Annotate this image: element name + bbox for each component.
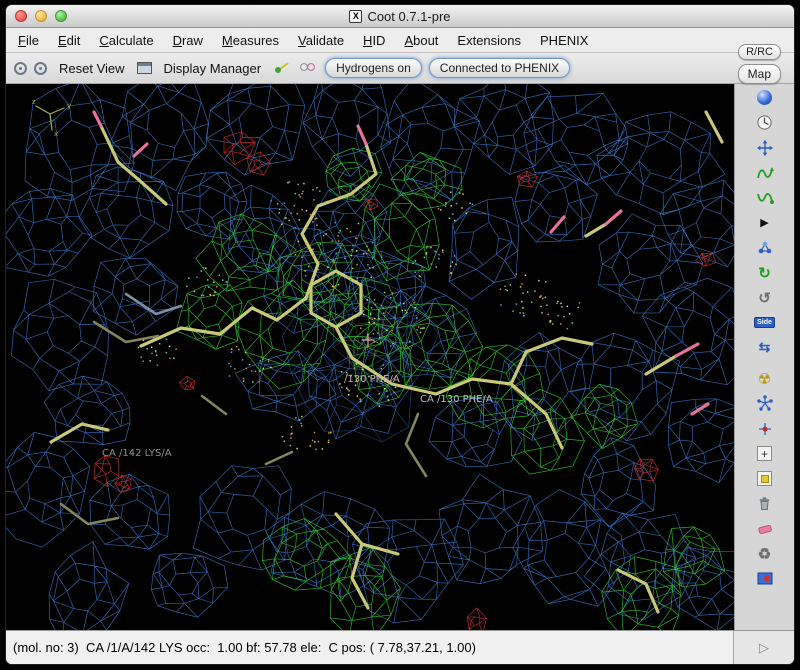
menu-hid[interactable]: HID	[363, 33, 385, 48]
display-manager-icon	[137, 62, 152, 74]
goto-ligand-icon[interactable]	[298, 60, 318, 77]
menu-edit[interactable]: Edit	[58, 33, 80, 48]
drag-atom-icon[interactable]	[752, 416, 778, 441]
gl-canvas[interactable]: z y x/130 PHE/A CA /130 PHE/A CA /142 LYS/A	[6, 84, 734, 630]
display-manager-button[interactable]: Display Manager	[159, 59, 267, 78]
hydrogens-toggle-button[interactable]: Hydrogens on	[325, 58, 422, 78]
regularize-zone-icon[interactable]	[752, 185, 778, 210]
add-alt-conf-icon[interactable]	[752, 466, 778, 491]
translate-zone-icon[interactable]	[752, 135, 778, 160]
circle-target-icon-1[interactable]	[14, 62, 27, 75]
menu-file[interactable]: File	[18, 33, 39, 48]
x11-icon: X	[349, 10, 362, 23]
menu-validate[interactable]: Validate	[298, 33, 344, 48]
recycle-icon[interactable]: ♻	[752, 541, 778, 566]
mutate-icon[interactable]	[752, 391, 778, 416]
add-terminal-residue-icon[interactable]: +	[752, 441, 778, 466]
menu-extensions[interactable]: Extensions	[457, 33, 521, 48]
toolbar: Reset View Display Manager Hydrogens on …	[6, 53, 794, 84]
atom-molecule-icon[interactable]	[752, 235, 778, 260]
radiation-icon[interactable]: ☢	[752, 366, 778, 391]
coot-window: X Coot 0.7.1-pre File Edit Calculate Draw Me…	[5, 4, 795, 665]
menu-measures[interactable]: Measures	[222, 33, 279, 48]
side-chain-icon[interactable]: Side	[752, 310, 778, 335]
window-title: Coot 0.7.1-pre	[367, 9, 450, 24]
right-toolbar: ▶ ↻ ↺ Side ⇆ ☢ + ♻	[734, 84, 794, 630]
main-area: zyx/130 PHE/ACA /130 PHE/ACA /142 LYS/A …	[6, 84, 794, 630]
phenix-status-button[interactable]: Connected to PHENIX	[429, 58, 570, 78]
reset-view-button[interactable]: Reset View	[54, 59, 130, 78]
expand-play-icon[interactable]: ▷	[734, 631, 794, 664]
minimize-button[interactable]	[35, 10, 47, 22]
goto-atom-icon[interactable]	[273, 60, 291, 77]
status-bar: (mol. no: 3) CA /1/A/142 LYS occ: 1.00 b…	[6, 631, 734, 664]
atom-label: /130 PHE/A	[344, 374, 400, 385]
menu-phenix[interactable]: PHENIX	[540, 33, 588, 48]
titlebar[interactable]: X Coot 0.7.1-pre	[6, 5, 794, 28]
menu-about[interactable]: About	[404, 33, 438, 48]
eraser-icon[interactable]	[752, 516, 778, 541]
menubar: File Edit Calculate Draw Measures Validate HID…	[6, 28, 794, 53]
status-row: (mol. no: 3) CA /1/A/142 LYS occ: 1.00 b…	[6, 630, 794, 664]
menu-draw[interactable]: Draw	[173, 33, 203, 48]
refine-zone-icon[interactable]	[752, 160, 778, 185]
map-button[interactable]: Map	[738, 64, 781, 84]
axis-label: z	[32, 98, 36, 106]
status-text: (mol. no: 3) CA /1/A/142 LYS occ: 1.00 b…	[13, 640, 476, 655]
delete-trash-icon[interactable]	[752, 491, 778, 516]
molecular-scene: z y x/130 PHE/A CA /130 PHE/A CA /142 LYS/A	[6, 84, 734, 630]
zoom-button[interactable]	[55, 10, 67, 22]
traffic-lights	[15, 10, 67, 22]
close-button[interactable]	[15, 10, 27, 22]
undo-cycle-icon[interactable]: ↺	[752, 285, 778, 310]
axis-label: x	[54, 130, 58, 138]
display-flag-icon[interactable]	[752, 566, 778, 591]
sphere-refine-icon[interactable]	[752, 85, 778, 110]
menu-calculate[interactable]: Calculate	[99, 33, 153, 48]
rrc-button[interactable]: R/RC	[738, 44, 781, 60]
circle-target-icon-2[interactable]	[34, 62, 47, 75]
atom-label: CA /130 PHE/A	[420, 394, 493, 405]
window-title-area: X Coot 0.7.1-pre	[349, 9, 450, 24]
atom-label: CA /142 LYS/A	[102, 448, 172, 459]
flip-peptide-icon[interactable]: ⇆	[752, 335, 778, 360]
play-icon[interactable]: ▶	[752, 210, 778, 235]
rotamer-cycle-icon[interactable]: ↻	[752, 260, 778, 285]
clock-idle-icon[interactable]	[752, 110, 778, 135]
axis-label: y	[67, 102, 71, 110]
